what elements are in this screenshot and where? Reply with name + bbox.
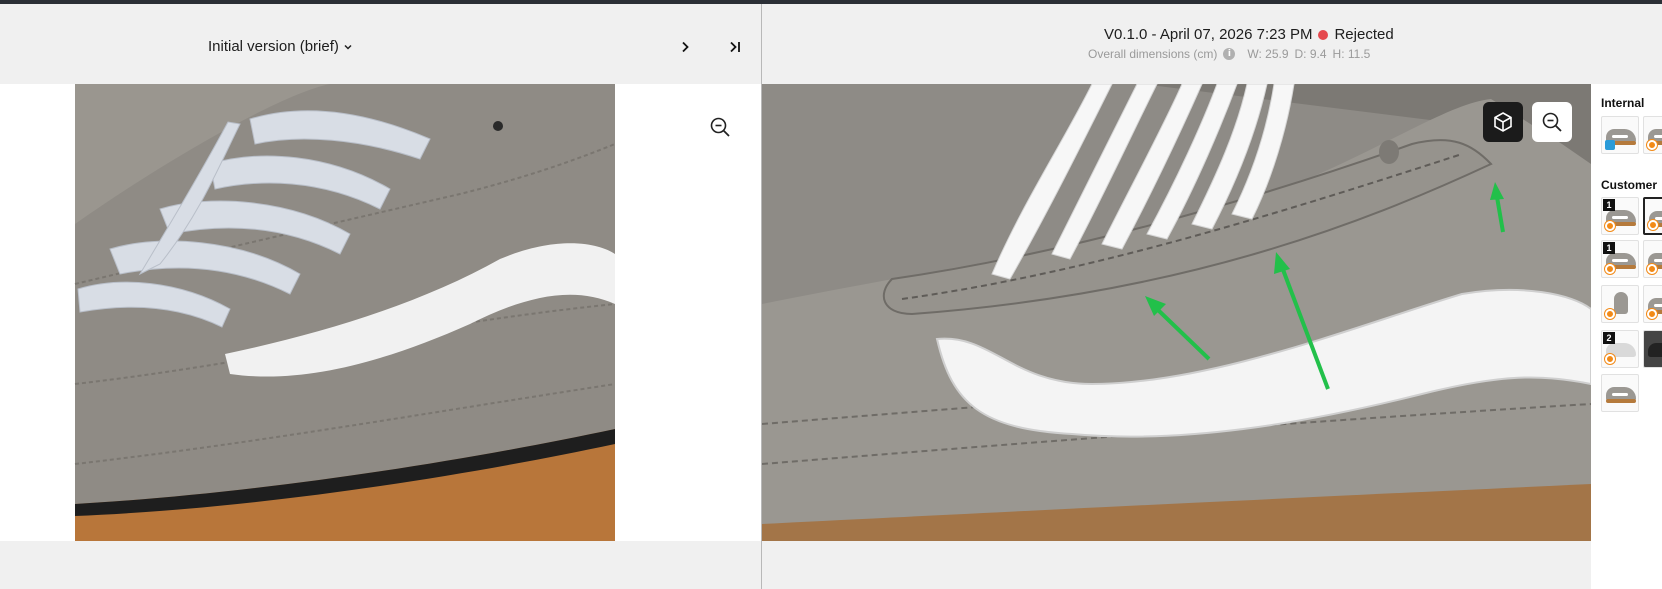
3d-view-button[interactable] [1483,102,1523,142]
customer-thumbnail[interactable] [1643,285,1662,323]
blender-icon [1647,140,1657,150]
reference-image-canvas[interactable] [0,84,761,541]
cube-icon [1494,112,1512,132]
left-compare-pane: Initial version (brief) [0,4,761,589]
right-zoom-out-button[interactable] [1532,102,1572,142]
customer-thumbnail[interactable] [1643,240,1662,278]
blender-icon [1605,354,1615,364]
next-version-button[interactable] [672,34,698,60]
customer-thumbnail-selected[interactable] [1643,197,1662,235]
customer-thumbnail[interactable] [1601,374,1639,412]
dimensions-row: Overall dimensions (cm) i W: 25.9 D: 9.4… [1088,47,1370,61]
dimension-width: W: 25.9 [1247,47,1289,61]
version-dropdown-label: Initial version (brief) [208,37,339,55]
chevron-right-icon [682,41,689,53]
internal-thumbnail[interactable] [1643,116,1662,154]
status-text: Rejected [1334,26,1394,43]
thumbnail-badge: 1 [1603,199,1615,211]
left-zoom-out-button[interactable] [706,113,734,141]
shoe-reference-image [74,84,616,541]
blender-icon [1648,220,1658,230]
thumbnail-sidebar: Internal Customer 1 1 2 [1591,84,1662,589]
blender-icon [1605,221,1615,231]
version-title-row: V0.1.0 - April 07, 2026 7:23 PM Rejected [1104,26,1394,43]
zoom-out-icon [1542,112,1562,132]
blender-icon [1647,264,1657,274]
blender-icon [1647,309,1657,319]
version-title: V0.1.0 - April 07, 2026 7:23 PM [1104,26,1313,43]
internal-thumbnail[interactable] [1601,116,1639,154]
shoe-render-image [762,84,1591,541]
right-header: V0.1.0 - April 07, 2026 7:23 PM Rejected… [762,4,1662,84]
customer-thumbnail[interactable]: 1 [1601,240,1639,278]
status-dot [1318,29,1329,40]
info-icon[interactable]: i [1223,48,1236,60]
skip-to-end-icon [730,41,740,53]
left-header: Initial version (brief) [0,4,761,84]
customer-thumbnail[interactable] [1643,330,1662,368]
zoom-out-icon [710,117,730,137]
dimension-depth: D: 9.4 [1294,47,1327,61]
right-compare-pane: V0.1.0 - April 07, 2026 7:23 PM Rejected… [762,4,1662,589]
dimension-height: H: 11.5 [1332,47,1371,61]
internal-section-label: Internal [1601,96,1645,110]
dimensions-label: Overall dimensions (cm) [1088,47,1218,61]
customer-thumbnail[interactable]: 1 [1601,197,1639,235]
render-image-canvas[interactable] [762,84,1591,541]
blender-icon [1605,264,1615,274]
chevron-down-icon [344,44,352,50]
thumbnail-badge: 1 [1603,242,1615,254]
customer-thumbnail[interactable] [1601,285,1639,323]
blender-icon [1605,309,1615,319]
last-version-button[interactable] [723,34,749,60]
customer-section-label: Customer [1601,178,1658,192]
document-icon [1605,140,1615,150]
customer-thumbnail[interactable]: 2 [1601,330,1639,368]
thumbnail-badge: 2 [1603,332,1615,344]
version-dropdown[interactable]: Initial version (brief) [208,34,353,58]
